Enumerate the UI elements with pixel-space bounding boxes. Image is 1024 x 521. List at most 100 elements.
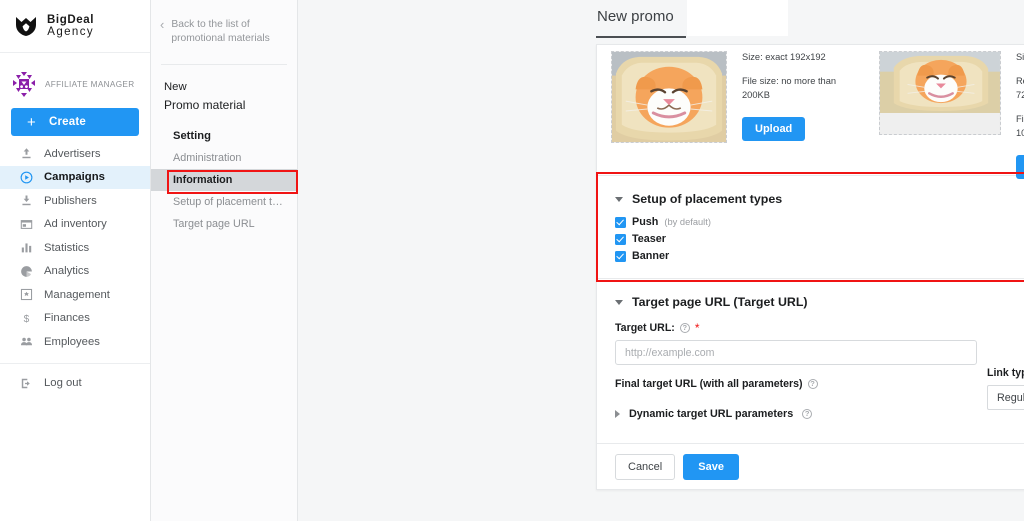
layout-panel-icon — [20, 218, 33, 231]
sidebar-item-management[interactable]: Management — [0, 283, 150, 307]
sidebar-item-logout[interactable]: Log out — [0, 372, 150, 396]
caret-down-icon[interactable] — [615, 299, 623, 305]
download-arrow-icon — [20, 194, 33, 207]
subnav-title-line2: Promo material — [164, 97, 246, 112]
subnav-item-target-page-url[interactable]: Target page URL — [151, 213, 297, 235]
target-url-input[interactable] — [615, 340, 977, 365]
shield-logo-icon — [14, 14, 38, 38]
user-role-label: AFFILIATE MANAGER — [45, 79, 135, 89]
link-type-group: Link type Regular ▼ — [987, 367, 1024, 410]
dynamic-parameters-label: Dynamic target URL parameters — [629, 408, 794, 420]
icon-upload-button[interactable]: Upload — [742, 117, 806, 142]
target-url-header[interactable]: Target page URL (Target URL) — [615, 295, 1024, 309]
user-avatar-identicon[interactable] — [10, 70, 38, 98]
sidebar-item-analytics[interactable]: Analytics — [0, 260, 150, 284]
checkbox-row-teaser[interactable]: Teaser — [615, 233, 1024, 245]
caret-down-icon[interactable] — [615, 196, 623, 202]
icon-size-line: Size: exact 192x192 — [742, 52, 826, 62]
icon-preview-thumbnail[interactable] — [611, 51, 727, 143]
brand-text: BigDeal Agency — [47, 14, 94, 39]
required-asterisk: * — [694, 321, 700, 335]
sidebar-divider — [0, 362, 150, 364]
final-url-label-row: Final target URL (with all parameters) ? — [615, 378, 1024, 390]
question-mark-icon[interactable]: ? — [679, 323, 690, 333]
brand-name-line2: Agency — [47, 26, 95, 38]
tab-active-underline — [596, 36, 686, 38]
tab-new-promo[interactable]: New promo — [597, 8, 674, 34]
subnav-item-information[interactable]: Information — [151, 168, 297, 191]
svg-text:$: $ — [24, 314, 30, 325]
form-footer: Cancel Save — [597, 443, 1024, 489]
sidebar-item-label: Statistics — [44, 241, 90, 254]
checkbox-label-push: Push — [632, 216, 659, 228]
sidebar-item-ad-inventory[interactable]: Ad inventory — [0, 213, 150, 237]
icon-filesize-line: File size: no more than 200KB — [742, 76, 837, 100]
checkbox-teaser[interactable] — [615, 233, 626, 245]
create-button[interactable]: + Create — [11, 108, 139, 136]
brand-header[interactable]: BigDeal Agency — [0, 0, 150, 53]
subnav-item-setting[interactable]: Setting — [151, 125, 297, 147]
blank-overlay-patch — [687, 0, 788, 36]
primary-nav: Advertisers Campaigns Publishers Ad inve… — [0, 142, 150, 395]
sidebar-item-label: Analytics — [44, 265, 90, 278]
checkbox-label-banner: Banner — [632, 250, 670, 262]
subnav-item-label: Administration — [173, 151, 242, 164]
placement-types-header[interactable]: Setup of placement types — [615, 192, 1024, 206]
dynamic-parameters-toggle[interactable]: Dynamic target URL parameters ? — [615, 408, 1024, 420]
sidebar-item-campaigns[interactable]: Campaigns — [0, 165, 150, 189]
placement-types-heading: Setup of placement types — [632, 192, 783, 206]
caret-right-icon[interactable] — [615, 410, 620, 418]
sidebar-item-label: Publishers — [44, 194, 97, 207]
main-content: New promo Size: exact 192x192 File size:… — [298, 0, 1024, 521]
sidebar-item-label: Employees — [44, 335, 100, 348]
target-url-section: Target page URL (Target URL) Target URL:… — [597, 279, 1024, 420]
subnav-item-administration[interactable]: Administration — [151, 147, 297, 169]
brand-name-line1: BigDeal — [47, 13, 95, 26]
image-upload-info: Size: 360x240 Retina display: 720x480 Fi… — [1001, 51, 1024, 180]
plus-icon: + — [27, 113, 36, 131]
sidebar-item-advertisers[interactable]: Advertisers — [0, 142, 150, 166]
subnav-title: New Promo material — [151, 65, 297, 114]
final-url-label: Final target URL (with all parameters) — [615, 378, 803, 390]
save-button[interactable]: Save — [683, 453, 739, 480]
link-type-select-wrap: Regular ▼ — [987, 385, 1024, 410]
target-url-label-row: Target URL: ? * — [615, 322, 1024, 334]
back-link-label: Back to the list of promotional material… — [171, 19, 270, 44]
image-upload-block: Size: 360x240 Retina display: 720x480 Fi… — [841, 51, 1024, 180]
checkbox-note-push: (by default) — [664, 217, 711, 227]
cancel-button[interactable]: Cancel — [615, 453, 676, 480]
checkbox-label-teaser: Teaser — [632, 233, 667, 245]
sidebar-item-statistics[interactable]: Statistics — [0, 236, 150, 260]
subnav-item-setup-of-placement-types[interactable]: Setup of placement t… — [151, 191, 297, 213]
promo-form-card: Size: exact 192x192 File size: no more t… — [596, 44, 1024, 490]
link-type-select[interactable]: Regular — [987, 385, 1024, 410]
question-mark-icon[interactable]: ? — [802, 409, 813, 419]
play-circle-icon — [20, 171, 33, 184]
sidebar-item-label: Advertisers — [44, 147, 101, 160]
left-sidebar: BigDeal Agency AFFILIATE MANAGER + Creat… — [0, 0, 151, 521]
checkbox-row-push[interactable]: Push (by default) — [615, 216, 1024, 228]
question-mark-icon[interactable]: ? — [807, 379, 818, 389]
checkbox-push[interactable] — [615, 216, 626, 228]
image-filesize-line: File size: no more than 10MB — [1015, 114, 1024, 138]
sidebar-item-publishers[interactable]: Publishers — [0, 189, 150, 213]
sidebar-item-label: Management — [44, 288, 110, 301]
target-url-field-row — [615, 340, 1024, 365]
image-upload-button[interactable]: Upload — [1015, 155, 1024, 180]
image-preview-thumbnail[interactable] — [878, 51, 1001, 135]
checkbox-banner[interactable] — [615, 250, 626, 262]
pie-chart-icon — [20, 265, 33, 278]
sidebar-item-finances[interactable]: $ Finances — [0, 307, 150, 331]
create-button-label: Create — [48, 116, 86, 128]
subnav-item-label: Information — [173, 173, 233, 186]
target-url-label: Target URL: — [615, 322, 675, 334]
sidebar-item-employees[interactable]: Employees — [0, 330, 150, 354]
upload-section: Size: exact 192x192 File size: no more t… — [597, 45, 1024, 180]
user-row[interactable]: AFFILIATE MANAGER — [0, 62, 150, 106]
tab-label: New promo — [597, 8, 674, 25]
chevron-left-icon: ‹ — [160, 17, 165, 32]
link-type-label: Link type — [987, 367, 1024, 379]
app-root: BigDeal Agency AFFILIATE MANAGER + Creat… — [0, 0, 1024, 521]
back-to-list-link[interactable]: ‹ Back to the list of promotional materi… — [151, 0, 297, 46]
checkbox-row-banner[interactable]: Banner — [615, 250, 1024, 262]
